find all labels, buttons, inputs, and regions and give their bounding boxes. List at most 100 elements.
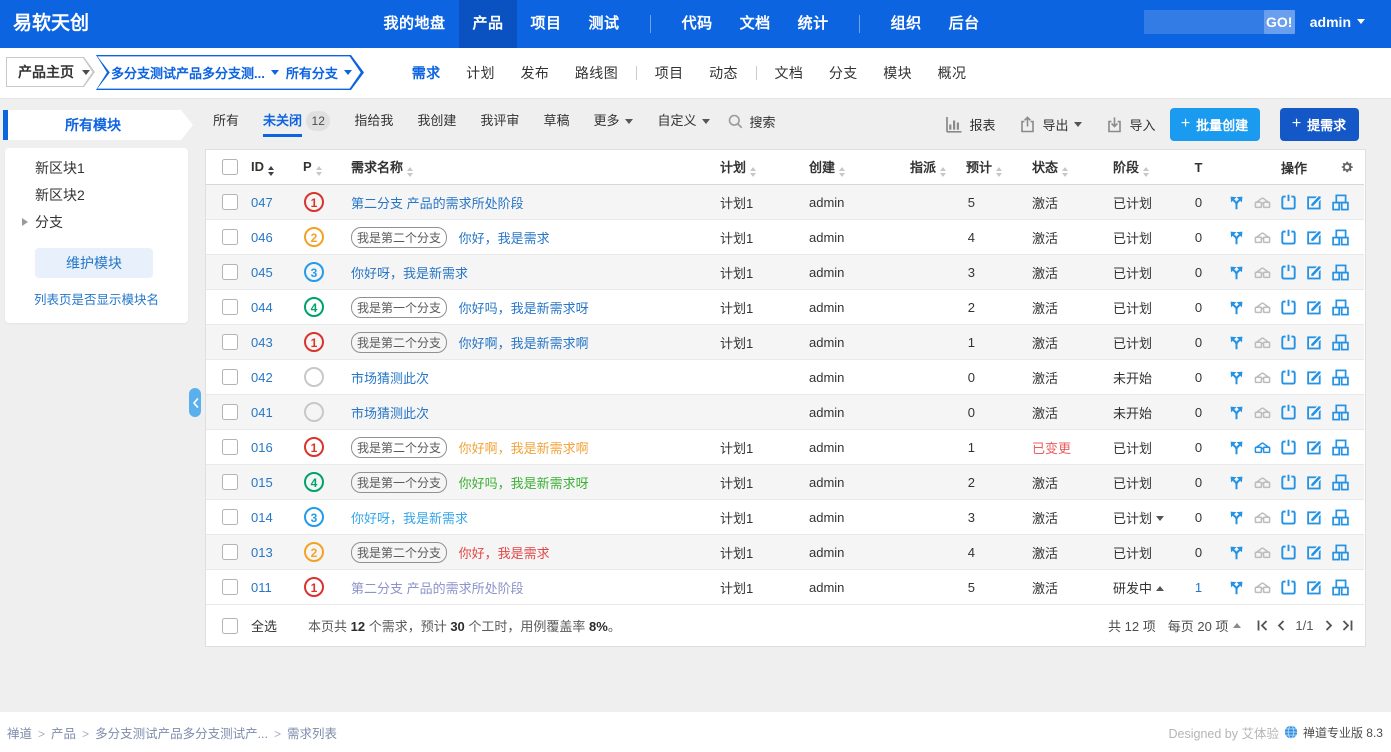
- change-action-icon[interactable]: [1228, 579, 1245, 596]
- tab-自定义[interactable]: 自定义: [645, 106, 722, 137]
- story-id-link[interactable]: 041: [251, 405, 273, 420]
- review-action-icon[interactable]: [1254, 579, 1271, 596]
- story-title-link[interactable]: 你好啊，我是新需求啊: [459, 336, 589, 351]
- row-checkbox[interactable]: [222, 509, 238, 525]
- col-header-stage[interactable]: 阶段: [1095, 150, 1185, 185]
- story-id-link[interactable]: 042: [251, 370, 273, 385]
- story-id-link[interactable]: 013: [251, 545, 273, 560]
- change-action-icon[interactable]: [1228, 404, 1245, 421]
- row-checkbox[interactable]: [222, 404, 238, 420]
- change-action-icon[interactable]: [1228, 474, 1245, 491]
- subdivide-action-icon[interactable]: [1332, 299, 1349, 316]
- change-action-icon[interactable]: [1228, 299, 1245, 316]
- change-action-icon[interactable]: [1228, 439, 1245, 456]
- subnav-item-发布[interactable]: 发布: [508, 63, 562, 83]
- review-action-icon[interactable]: [1254, 229, 1271, 246]
- story-title-link[interactable]: 第二分支 产品的需求所处阶段: [351, 196, 524, 211]
- pager-page-size[interactable]: 每页 20 项: [1168, 616, 1242, 635]
- row-checkbox[interactable]: [222, 369, 238, 385]
- col-header-taskcount[interactable]: T: [1185, 150, 1212, 185]
- task-action-icon[interactable]: [1280, 229, 1297, 246]
- toggle-module-name-link[interactable]: 列表页是否显示模块名: [5, 289, 188, 308]
- change-action-icon[interactable]: [1228, 509, 1245, 526]
- col-header-assigned[interactable]: 指派: [905, 150, 963, 185]
- story-id-link[interactable]: 014: [251, 510, 273, 525]
- review-action-icon[interactable]: [1254, 404, 1271, 421]
- edit-action-icon[interactable]: [1306, 229, 1323, 246]
- gear-icon[interactable]: [1340, 160, 1354, 177]
- breadcrumb-item[interactable]: 产品: [51, 727, 76, 741]
- tab-草稿[interactable]: 草稿: [531, 106, 581, 137]
- search-input[interactable]: [1144, 10, 1264, 34]
- change-action-icon[interactable]: [1228, 334, 1245, 351]
- story-id-link[interactable]: 015: [251, 475, 273, 490]
- tab-未关闭[interactable]: 未关闭12: [251, 106, 342, 137]
- nav-item-组织[interactable]: 组织: [877, 0, 935, 48]
- change-action-icon[interactable]: [1228, 544, 1245, 561]
- edit-action-icon[interactable]: [1306, 544, 1323, 561]
- nav-item-我的地盘[interactable]: 我的地盘: [370, 0, 459, 48]
- subnav-item-需求[interactable]: 需求: [399, 63, 453, 83]
- story-title-link[interactable]: 市场猜测此次: [351, 371, 429, 386]
- task-action-icon[interactable]: [1280, 579, 1297, 596]
- breadcrumb-item[interactable]: 多分支测试产品多分支测试产...: [95, 727, 268, 741]
- row-checkbox[interactable]: [222, 264, 238, 280]
- tab-我创建[interactable]: 我创建: [405, 106, 468, 137]
- stage-menu-caret[interactable]: [1156, 516, 1164, 521]
- module-tree-item[interactable]: 分支: [5, 209, 188, 236]
- tab-更多[interactable]: 更多: [581, 106, 645, 137]
- module-tree-item[interactable]: 新区块2: [5, 182, 188, 209]
- report-button[interactable]: 报表: [945, 115, 995, 134]
- sidebar-collapse-handle[interactable]: [189, 388, 201, 417]
- subnav-item-计划[interactable]: 计划: [453, 63, 507, 83]
- story-id-link[interactable]: 011: [251, 580, 272, 595]
- pager-prev-button[interactable]: [1272, 613, 1291, 639]
- task-count-link[interactable]: 1: [1195, 580, 1202, 595]
- subdivide-action-icon[interactable]: [1332, 579, 1349, 596]
- subdivide-action-icon[interactable]: [1332, 509, 1349, 526]
- review-action-icon[interactable]: [1254, 369, 1271, 386]
- col-header-pri[interactable]: P: [295, 150, 347, 185]
- subdivide-action-icon[interactable]: [1332, 474, 1349, 491]
- review-action-icon[interactable]: [1254, 194, 1271, 211]
- task-action-icon[interactable]: [1280, 264, 1297, 281]
- nav-item-代码[interactable]: 代码: [668, 0, 726, 48]
- current-branch-name[interactable]: 所有分支: [286, 63, 338, 82]
- nav-item-文档[interactable]: 文档: [726, 0, 784, 48]
- pager-first-button[interactable]: [1253, 613, 1272, 639]
- task-action-icon[interactable]: [1280, 544, 1297, 561]
- edit-action-icon[interactable]: [1306, 474, 1323, 491]
- export-button[interactable]: 导出: [1019, 115, 1082, 134]
- story-id-link[interactable]: 016: [251, 440, 273, 455]
- subdivide-action-icon[interactable]: [1332, 334, 1349, 351]
- pager-last-button[interactable]: [1338, 613, 1357, 639]
- batch-create-button[interactable]: + 批量创建: [1170, 108, 1260, 141]
- row-checkbox[interactable]: [222, 579, 238, 595]
- edit-action-icon[interactable]: [1306, 509, 1323, 526]
- subdivide-action-icon[interactable]: [1332, 544, 1349, 561]
- story-title-link[interactable]: 你好，我是需求: [459, 231, 550, 246]
- tab-所有[interactable]: 所有: [201, 106, 251, 137]
- col-header-title[interactable]: 需求名称: [347, 150, 717, 185]
- row-checkbox[interactable]: [222, 194, 238, 210]
- module-tree-item[interactable]: 新区块1: [5, 155, 188, 182]
- col-header-id[interactable]: ID: [245, 150, 295, 185]
- row-checkbox[interactable]: [222, 439, 238, 455]
- task-action-icon[interactable]: [1280, 334, 1297, 351]
- review-action-icon[interactable]: [1254, 299, 1271, 316]
- story-id-link[interactable]: 046: [251, 230, 273, 245]
- row-checkbox[interactable]: [222, 474, 238, 490]
- story-title-link[interactable]: 你好啊，我是新需求啊: [459, 441, 589, 456]
- change-action-icon[interactable]: [1228, 229, 1245, 246]
- tab-我评审[interactable]: 我评审: [468, 106, 531, 137]
- story-id-link[interactable]: 047: [251, 195, 273, 210]
- product-home-switch[interactable]: 产品主页: [6, 57, 95, 87]
- row-checkbox[interactable]: [222, 334, 238, 350]
- change-action-icon[interactable]: [1228, 369, 1245, 386]
- change-action-icon[interactable]: [1228, 264, 1245, 281]
- stage-menu-caret[interactable]: [1156, 586, 1164, 591]
- tree-expand-icon[interactable]: [22, 218, 28, 226]
- breadcrumb-item[interactable]: 禅道: [7, 727, 32, 741]
- row-checkbox[interactable]: [222, 229, 238, 245]
- col-header-status[interactable]: 状态: [1008, 150, 1095, 185]
